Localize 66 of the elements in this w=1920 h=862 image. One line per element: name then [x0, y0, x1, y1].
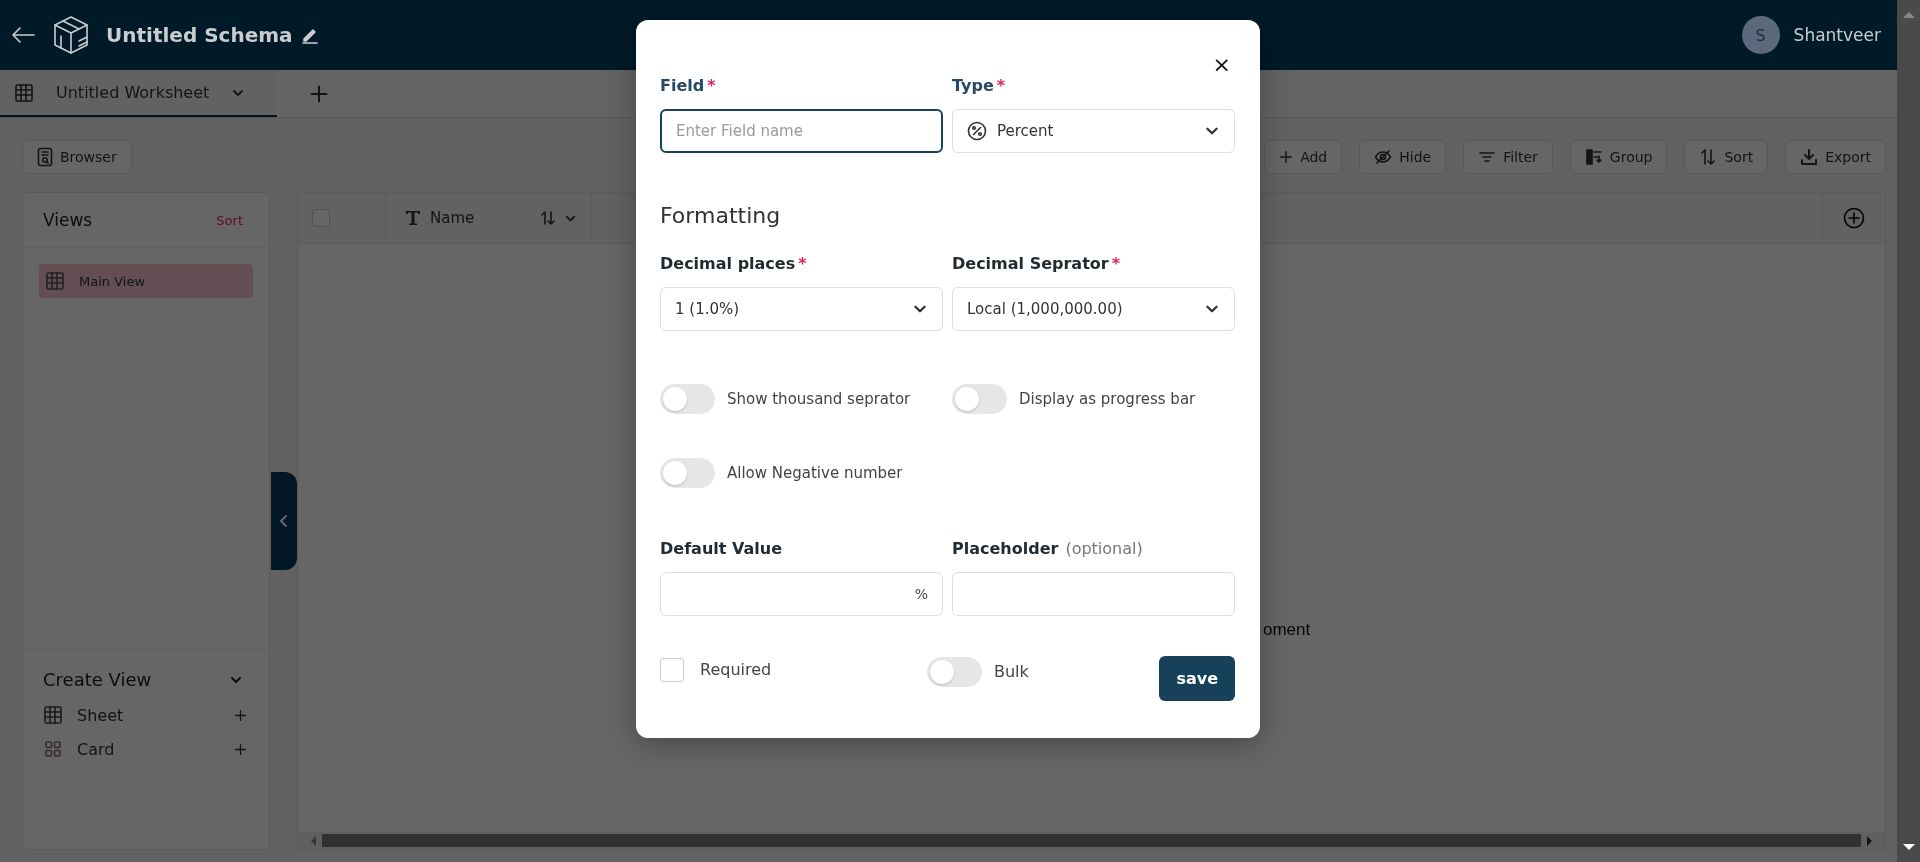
- grid-icon: [45, 271, 65, 291]
- toggle-label: Show thousand seprator: [727, 390, 911, 408]
- toggle-switch[interactable]: [927, 656, 982, 687]
- sort-button[interactable]: Sort: [1684, 140, 1769, 174]
- horizontal-scrollbar[interactable]: [298, 832, 1885, 849]
- toggle-switch[interactable]: [660, 458, 715, 488]
- grid-icon: [43, 705, 63, 725]
- percent-suffix: %: [914, 586, 928, 602]
- plus-icon[interactable]: [1279, 150, 1294, 164]
- required-checkbox[interactable]: [660, 657, 684, 682]
- create-view-header[interactable]: Create View: [43, 668, 253, 691]
- group-button[interactable]: Group: [1569, 140, 1668, 174]
- field-label: Default Value: [660, 539, 783, 558]
- user-name[interactable]: Shantveer: [1793, 25, 1881, 45]
- toggle-switch[interactable]: [952, 384, 1007, 414]
- plus-icon[interactable]: [234, 742, 247, 756]
- select-field[interactable]: Local (1,000,000.00): [952, 287, 1235, 331]
- save-button[interactable]: save: [1159, 656, 1235, 701]
- sort-arrows-icon: [1699, 148, 1718, 166]
- placeholder-input[interactable]: [952, 572, 1235, 616]
- create-view-item[interactable]: Card: [43, 739, 253, 759]
- column-header[interactable]: Name: [386, 193, 592, 243]
- toggle-switch[interactable]: [660, 384, 715, 414]
- add-column-icon[interactable]: [1843, 207, 1865, 229]
- card-grid-icon: [43, 739, 63, 759]
- field-label: Placeholder (optional): [952, 539, 1144, 558]
- percent-circle-icon: [967, 121, 987, 141]
- sheet-grid-icon: [14, 82, 34, 103]
- field-label: Decimal Seprator *: [952, 254, 1122, 273]
- export-button[interactable]: Export: [1785, 140, 1886, 174]
- collapse-panel-button[interactable]: [271, 472, 297, 570]
- hide-button[interactable]: Hide: [1359, 140, 1447, 174]
- eye-off-icon: [1374, 148, 1393, 166]
- view-item[interactable]: Main View: [39, 264, 253, 298]
- group-icon: [1584, 148, 1603, 166]
- back-arrow-icon[interactable]: [10, 25, 36, 45]
- field-name-input[interactable]: Enter Field name: [660, 109, 943, 153]
- text-type-icon: [404, 209, 422, 227]
- grid-message: oment: [1263, 620, 1311, 640]
- panel-title: Views: [43, 210, 93, 230]
- select-field[interactable]: 1 (1.0%): [660, 287, 943, 331]
- schema-title: Untitled Schema: [106, 23, 319, 47]
- toggle-label: Allow Negative number: [727, 464, 903, 482]
- default-value-input[interactable]: %: [660, 572, 943, 616]
- add-tab-icon[interactable]: [309, 83, 330, 104]
- close-button[interactable]: ×: [1208, 54, 1235, 76]
- select-field[interactable]: Percent: [952, 109, 1235, 153]
- pencil-icon[interactable]: [300, 26, 319, 44]
- toggle-label: Display as progress bar: [1019, 390, 1196, 408]
- download-icon: [1800, 148, 1819, 166]
- browser-button[interactable]: Browser: [22, 140, 132, 174]
- filter-button[interactable]: Filter: [1463, 140, 1553, 174]
- user-avatar[interactable]: S: [1741, 16, 1780, 54]
- chevron-left-icon: [278, 514, 290, 528]
- sort-arrows-icon[interactable]: [540, 210, 556, 226]
- checkbox-label: Required: [700, 660, 772, 679]
- toggle-label: Bulk: [994, 662, 1029, 681]
- field-label: Field *: [660, 76, 717, 95]
- document-search-icon: [37, 147, 53, 167]
- plus-icon[interactable]: [234, 708, 247, 722]
- sort-link[interactable]: Sort: [210, 211, 249, 229]
- field-label: Type *: [952, 76, 1007, 95]
- field-label: Decimal places *: [660, 254, 808, 273]
- add-button[interactable]: Add: [1264, 140, 1343, 174]
- create-view-item[interactable]: Sheet: [43, 705, 253, 725]
- section-heading: Formatting: [660, 203, 782, 228]
